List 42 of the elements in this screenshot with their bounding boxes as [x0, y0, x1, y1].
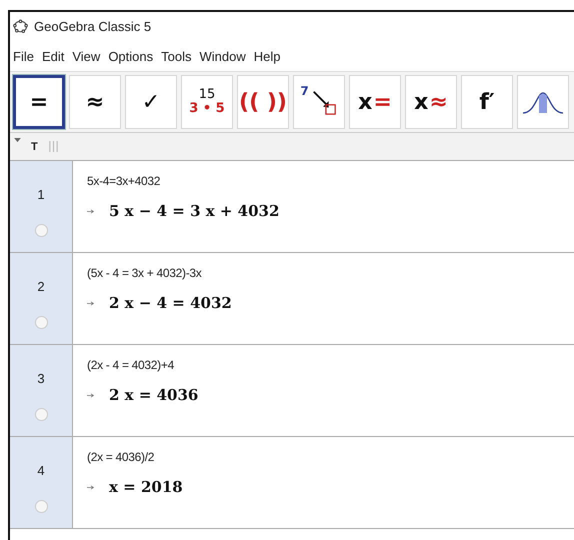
menu-item[interactable]: Help [254, 48, 280, 64]
row-number: 1 [37, 187, 45, 202]
row-number: 4 [37, 463, 45, 478]
arrow-icon [87, 300, 95, 306]
output-expression: 5 x − 4 = 3 x + 4032 [109, 202, 280, 220]
output-expression: 2 x = 4036 [109, 386, 198, 404]
visibility-toggle[interactable] [34, 408, 48, 421]
input-expression[interactable]: 5x-4=3x+4032 [87, 174, 574, 188]
tool-button[interactable]: ✓ [125, 75, 177, 129]
output-expression: 2 x − 4 = 4032 [109, 294, 232, 312]
columns-icon[interactable] [48, 140, 59, 153]
input-expression[interactable]: (2x - 4 = 4032)+4 [87, 358, 574, 372]
window-title: GeoGebra Classic 5 [34, 19, 152, 34]
tool-button[interactable] [517, 75, 569, 129]
arrow-icon [87, 208, 95, 214]
menu-item[interactable]: Options [108, 48, 154, 64]
visibility-toggle[interactable] [34, 500, 48, 513]
tool-button[interactable]: f′ [461, 75, 513, 129]
tool-button[interactable]: x≈ [405, 75, 457, 129]
tool-button[interactable]: (( )) [237, 75, 289, 129]
output-expression: x = 2018 [109, 478, 183, 496]
input-expression[interactable]: (5x - 4 = 3x + 4032)-3x [87, 266, 574, 280]
arrow-icon [87, 392, 95, 398]
app-logo-icon [13, 19, 28, 34]
menu-item[interactable]: View [72, 48, 100, 64]
input-expression[interactable]: (2x = 4036)/2 [87, 450, 574, 464]
tool-button[interactable]: = [13, 75, 65, 129]
tool-button[interactable]: 7 [293, 75, 345, 129]
text-style-button[interactable]: T [31, 140, 38, 152]
menu-item[interactable]: Window [199, 48, 246, 64]
row-number: 2 [37, 279, 45, 294]
menu-item[interactable]: File [13, 48, 34, 64]
arrow-icon [87, 484, 95, 490]
tool-button[interactable]: ≈ [69, 75, 121, 129]
menu-item[interactable]: Tools [161, 48, 192, 64]
row-number: 3 [37, 371, 45, 386]
menu-item[interactable]: Edit [42, 48, 64, 64]
tool-button[interactable]: x= [349, 75, 401, 129]
tool-button[interactable]: 15 3 • 5 [181, 75, 233, 129]
visibility-toggle[interactable] [34, 224, 48, 237]
collapse-icon[interactable] [14, 138, 21, 143]
visibility-toggle[interactable] [34, 316, 48, 329]
